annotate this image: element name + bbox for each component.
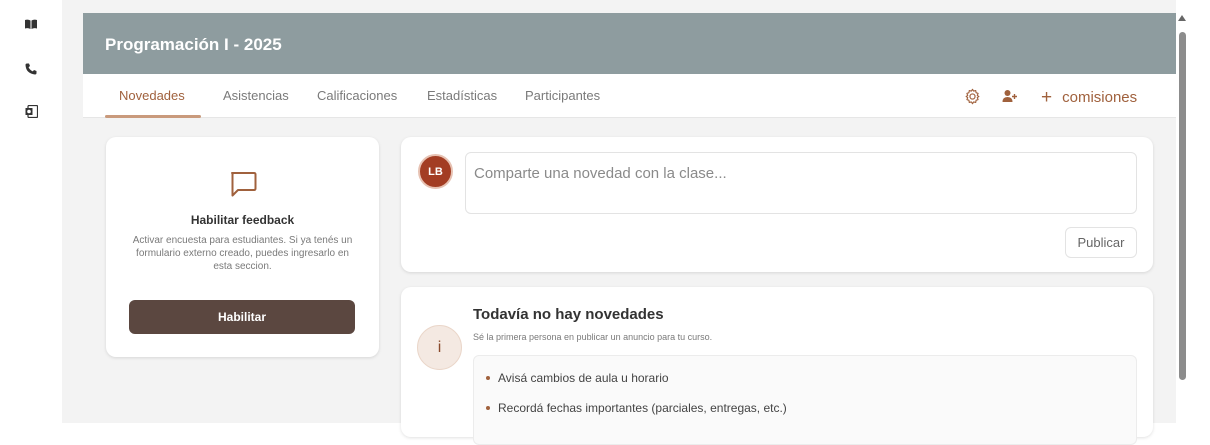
active-tab-indicator [105, 115, 201, 118]
tab-novedades[interactable]: Novedades [119, 88, 185, 103]
feedback-title: Habilitar feedback [190, 213, 295, 227]
right-margin [1188, 0, 1210, 423]
tip-text: Avisá cambios de aula u horario [498, 371, 669, 385]
tips-box: Avisá cambios de aula u horario Recordá … [473, 355, 1137, 445]
tab-participantes[interactable]: Participantes [525, 88, 600, 103]
comisiones-label: comisiones [1062, 88, 1138, 106]
tab-calificaciones[interactable]: Calificaciones [317, 88, 397, 103]
left-rail [0, 0, 62, 423]
message-square-icon [228, 170, 258, 198]
feedback-card: Habilitar feedback Activar encuesta para… [106, 137, 379, 357]
empty-state-card: i Todavía no hay novedades Sé la primera… [401, 287, 1153, 445]
avatar: LB [418, 154, 453, 189]
main-canvas: Programación I - 2025 Novedades Asistenc… [62, 0, 1176, 445]
add-comisiones-button[interactable]: + comisiones [1041, 87, 1137, 107]
announcement-input[interactable]: Comparte una novedad con la clase... [465, 152, 1137, 214]
feedback-description: Activar encuesta para estudiantes. Si ya… [132, 235, 353, 272]
scrollbar-thumb[interactable] [1179, 32, 1186, 380]
book-icon[interactable] [22, 15, 40, 33]
scroll-up-icon[interactable] [1178, 15, 1186, 21]
list-item: Avisá cambios de aula u horario [486, 371, 669, 385]
list-item: Recordá fechas importantes (parciales, e… [486, 401, 787, 415]
phone-icon[interactable] [22, 60, 40, 78]
plus-icon: + [1041, 86, 1053, 108]
gear-icon[interactable] [963, 87, 981, 105]
bullet-icon [486, 406, 490, 410]
tip-text: Recordá fechas importantes (parciales, e… [498, 401, 787, 415]
info-icon: i [417, 325, 462, 370]
empty-state-subtitle: Sé la primera persona en publicar un anu… [473, 332, 713, 342]
tab-estadisticas[interactable]: Estadísticas [427, 88, 497, 103]
bullet-icon [486, 376, 490, 380]
publish-button[interactable]: Publicar [1065, 227, 1137, 258]
compose-card: LB Comparte una novedad con la clase... … [401, 137, 1153, 272]
tab-asistencias[interactable]: Asistencias [223, 88, 289, 103]
course-header: Programación I - 2025 [83, 13, 1176, 74]
page-title: Programación I - 2025 [105, 35, 282, 54]
enable-feedback-button[interactable]: Habilitar [129, 300, 355, 334]
add-user-icon[interactable] [1001, 87, 1019, 105]
tab-bar: Novedades Asistencias Calificaciones Est… [83, 74, 1176, 118]
vertical-scrollbar[interactable] [1176, 0, 1188, 423]
outlook-icon[interactable] [22, 102, 40, 120]
empty-state-title: Todavía no hay novedades [473, 306, 664, 323]
